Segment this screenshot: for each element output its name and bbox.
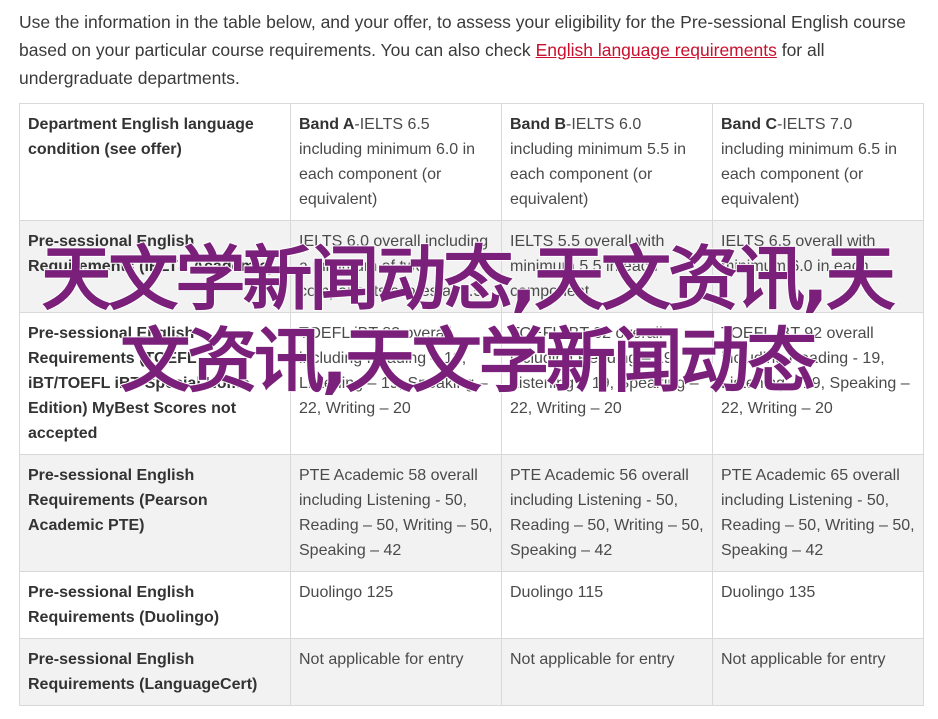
band-a-label: Band A <box>299 116 355 133</box>
table-row: Pre-sessional English Requirements (Pear… <box>19 454 924 572</box>
table-row: Pre-sessional English Requirements (TOEF… <box>19 312 924 455</box>
header-band-a-cell: Band A-IELTS 6.5 including minimum 6.0 i… <box>290 103 502 221</box>
table-cell: IELTS 6.5 overall with minimum 6.0 in ea… <box>712 220 924 313</box>
table-cell: PTE Academic 56 overall including Listen… <box>501 454 713 572</box>
table-cell: Not applicable for entry <box>501 638 713 706</box>
header-condition-label: Department English language condition (s… <box>28 116 254 158</box>
table-cell: Not applicable for entry <box>290 638 502 706</box>
row-requirement-toefl: Pre-sessional English Requirements (TOEF… <box>19 312 291 455</box>
table-cell: Duolingo 125 <box>290 571 502 639</box>
header-band-c-cell: Band C-IELTS 7.0 including minimum 6.5 i… <box>712 103 924 221</box>
table-row: Pre-sessional English Requirements (IELT… <box>19 220 924 313</box>
row-requirement-languagecert: Pre-sessional English Requirements (Lang… <box>19 638 291 706</box>
band-c-label: Band C <box>721 116 777 133</box>
table-header-row: Department English language condition (s… <box>19 103 924 221</box>
row-requirement-duolingo: Pre-sessional English Requirements (Duol… <box>19 571 291 639</box>
table-cell: PTE Academic 65 overall including Listen… <box>712 454 924 572</box>
table-cell: Duolingo 135 <box>712 571 924 639</box>
table-cell: PTE Academic 58 overall including Listen… <box>290 454 502 572</box>
table-cell: TOEFL iBT 82 overall including Reading –… <box>290 312 502 455</box>
row-requirement-pte: Pre-sessional English Requirements (Pear… <box>19 454 291 572</box>
header-condition-cell: Department English language condition (s… <box>19 103 291 221</box>
requirements-table: Department English language condition (s… <box>19 103 924 706</box>
band-b-label: Band B <box>510 116 566 133</box>
table-cell: Not applicable for entry <box>712 638 924 706</box>
header-band-b-cell: Band B-IELTS 6.0 including minimum 5.5 i… <box>501 103 713 221</box>
table-cell: TOEFL iBT 92 overall including Reading -… <box>712 312 924 455</box>
table-cell: Duolingo 115 <box>501 571 713 639</box>
table-cell: IELTS 5.5 overall with minimum 5.5 in ea… <box>501 220 713 313</box>
intro-paragraph: Use the information in the table below, … <box>19 8 924 92</box>
table-row: Pre-sessional English Requirements (Duol… <box>19 571 924 639</box>
table-row: Pre-sessional English Requirements (Lang… <box>19 638 924 706</box>
row-requirement-ielts: Pre-sessional English Requirements (IELT… <box>19 220 291 313</box>
table-cell: IELTS 6.0 overall including a minimum of… <box>290 220 502 313</box>
english-language-requirements-link[interactable]: English language requirements <box>536 40 777 60</box>
table-cell: TOEFL iBT 82 overall including Reading –… <box>501 312 713 455</box>
